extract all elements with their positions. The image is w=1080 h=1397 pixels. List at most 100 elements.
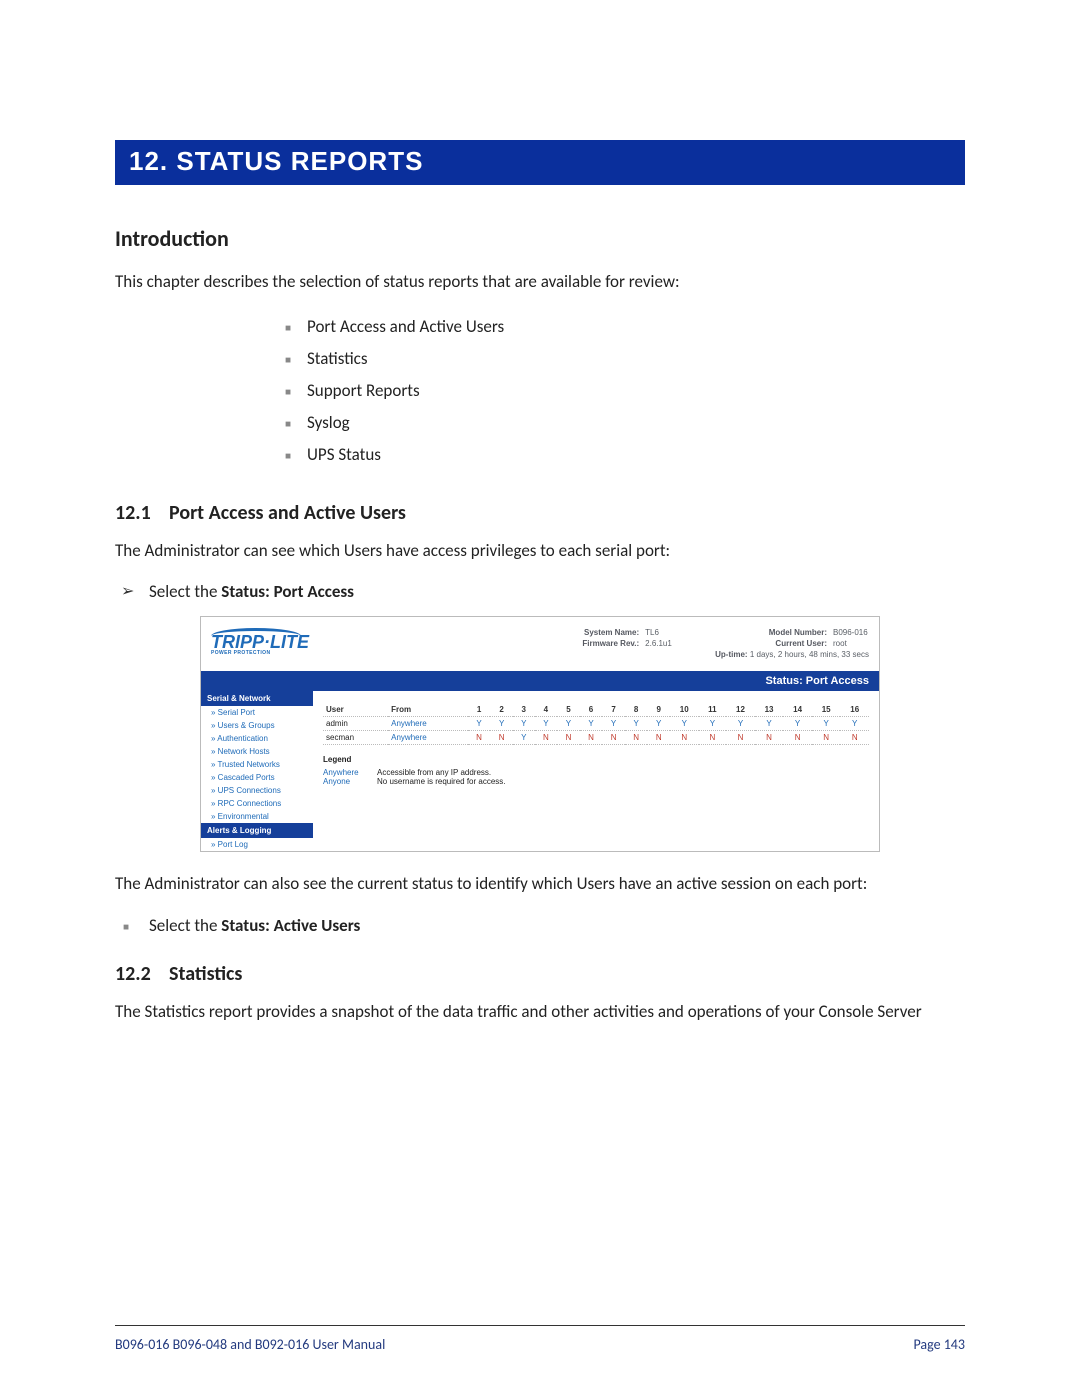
table-header-cell: 3 — [513, 703, 535, 717]
list-item: Statistics — [285, 345, 965, 377]
main-panel: UserFrom12345678910111213141516 adminAny… — [313, 691, 879, 851]
sysinfo-col-right: Model Number:B096-016 Current User:root … — [715, 627, 869, 661]
section-title: Port Access and Active Users — [169, 501, 406, 525]
footer-rule — [115, 1325, 965, 1326]
section-heading-12-1: 12.1Port Access and Active Users — [115, 501, 965, 525]
list-item: Port Access and Active Users — [285, 313, 965, 345]
table-header-cell: 2 — [490, 703, 513, 717]
screenshot-port-access: TRIPP·LITE POWER PROTECTION System Name:… — [200, 616, 880, 852]
screenshot-header: TRIPP·LITE POWER PROTECTION System Name:… — [201, 617, 879, 671]
table-cell: Y — [490, 717, 513, 731]
table-header-cell: 5 — [557, 703, 580, 717]
legend-desc: Accessible from any IP address. — [377, 768, 491, 777]
table-cell: Y — [670, 717, 699, 731]
table-cell: Y — [513, 731, 535, 745]
legend-key: Anywhere — [323, 768, 377, 777]
list-item: UPS Status — [285, 441, 965, 473]
table-cell-from: Anywhere — [388, 731, 468, 745]
sidebar-item[interactable]: UPS Connections — [201, 784, 313, 797]
table-cell: N — [670, 731, 699, 745]
footer-left: B096-016 B096-048 and B092-016 User Manu… — [115, 1336, 385, 1353]
table-cell: Y — [535, 717, 558, 731]
menu-path: Status: Active Users — [221, 915, 360, 936]
table-header-cell: 12 — [726, 703, 755, 717]
sidebar-group-alerts-logging: Alerts & Logging — [201, 823, 313, 838]
section-number: 12.2 — [115, 962, 169, 986]
section-number: 12.1 — [115, 501, 169, 525]
table-cell: Y — [557, 717, 580, 731]
table-cell: Y — [580, 717, 603, 731]
table-header-cell: From — [388, 703, 468, 717]
table-cell: N — [726, 731, 755, 745]
table-header-cell: 4 — [535, 703, 558, 717]
table-header-cell: 9 — [647, 703, 670, 717]
table-cell: N — [557, 731, 580, 745]
table-cell: N — [535, 731, 558, 745]
table-cell-user: secman — [323, 731, 388, 745]
section-heading-12-2: 12.2Statistics — [115, 962, 965, 986]
table-cell: N — [840, 731, 869, 745]
sidebar-item[interactable]: RPC Connections — [201, 797, 313, 810]
table-cell: Y — [726, 717, 755, 731]
list-item: Syslog — [285, 409, 965, 441]
table-header-cell: 10 — [670, 703, 699, 717]
step-text: Select the — [149, 581, 221, 602]
table-row: adminAnywhereYYYYYYYYYYYYYYYY — [323, 717, 869, 731]
instruction-step: Select the Status: Active Users — [115, 915, 965, 936]
para-text: The Statistics report provides a snapsho… — [115, 1000, 965, 1025]
sidebar-item[interactable]: Port Log — [201, 838, 313, 851]
legend-row: AnywhereAccessible from any IP address. — [323, 768, 869, 777]
sysinfo-col-left: System Name:TL6 Firmware Rev.:2.6.1u1 — [582, 627, 681, 661]
table-cell: Y — [755, 717, 784, 731]
table-cell: N — [625, 731, 648, 745]
legend-title: Legend — [323, 755, 869, 764]
sidebar-item[interactable]: Cascaded Ports — [201, 771, 313, 784]
section-title: Statistics — [169, 962, 242, 986]
table-legend: Legend AnywhereAccessible from any IP ad… — [323, 755, 869, 786]
sidebar-item[interactable]: Authentication — [201, 732, 313, 745]
table-cell: N — [647, 731, 670, 745]
footer-right: Page 143 — [913, 1336, 965, 1353]
screenshot-body: Serial & Network Serial PortUsers & Grou… — [201, 691, 879, 851]
table-cell: Y — [699, 717, 727, 731]
table-cell: Y — [647, 717, 670, 731]
sidebar-item[interactable]: Environmental — [201, 810, 313, 823]
table-header-cell: 1 — [468, 703, 491, 717]
sidebar-item[interactable]: Serial Port — [201, 706, 313, 719]
table-cell: Y — [602, 717, 625, 731]
table-cell: Y — [783, 717, 812, 731]
table-cell: N — [783, 731, 812, 745]
status-bar: Status: Port Access — [201, 671, 879, 691]
para-text: The Administrator can also see the curre… — [115, 872, 965, 897]
intro-text: This chapter describes the selection of … — [115, 270, 965, 295]
table-header-cell: 13 — [755, 703, 784, 717]
table-cell-from: Anywhere — [388, 717, 468, 731]
table-header-row: UserFrom12345678910111213141516 — [323, 703, 869, 717]
document-page: 12. STATUS REPORTS Introduction This cha… — [0, 0, 1080, 1397]
table-header-cell: 6 — [580, 703, 603, 717]
chapter-title: 12. STATUS REPORTS — [115, 140, 965, 185]
table-cell: N — [468, 731, 491, 745]
table-cell: Y — [840, 717, 869, 731]
table-cell: N — [812, 731, 841, 745]
sidebar-item[interactable]: Users & Groups — [201, 719, 313, 732]
sidebar-item[interactable]: Network Hosts — [201, 745, 313, 758]
table-header-cell: 7 — [602, 703, 625, 717]
table-cell: Y — [513, 717, 535, 731]
system-info: System Name:TL6 Firmware Rev.:2.6.1u1 Mo… — [331, 627, 869, 661]
table-cell: N — [602, 731, 625, 745]
table-header-cell: User — [323, 703, 388, 717]
table-cell: N — [699, 731, 727, 745]
tripplite-logo: TRIPP·LITE POWER PROTECTION — [211, 628, 331, 656]
table-cell: Y — [812, 717, 841, 731]
instruction-step: Select the Status: Port Access — [115, 581, 965, 602]
step-text: Select the — [149, 915, 221, 936]
logo-text: TRIPP·LITE — [211, 634, 331, 650]
sidebar-item[interactable]: Trusted Networks — [201, 758, 313, 771]
table-header-cell: 11 — [699, 703, 727, 717]
table-cell: Y — [468, 717, 491, 731]
menu-path: Status: Port Access — [221, 581, 354, 602]
para-text: The Administrator can see which Users ha… — [115, 539, 965, 564]
table-header-cell: 16 — [840, 703, 869, 717]
table-header-cell: 14 — [783, 703, 812, 717]
